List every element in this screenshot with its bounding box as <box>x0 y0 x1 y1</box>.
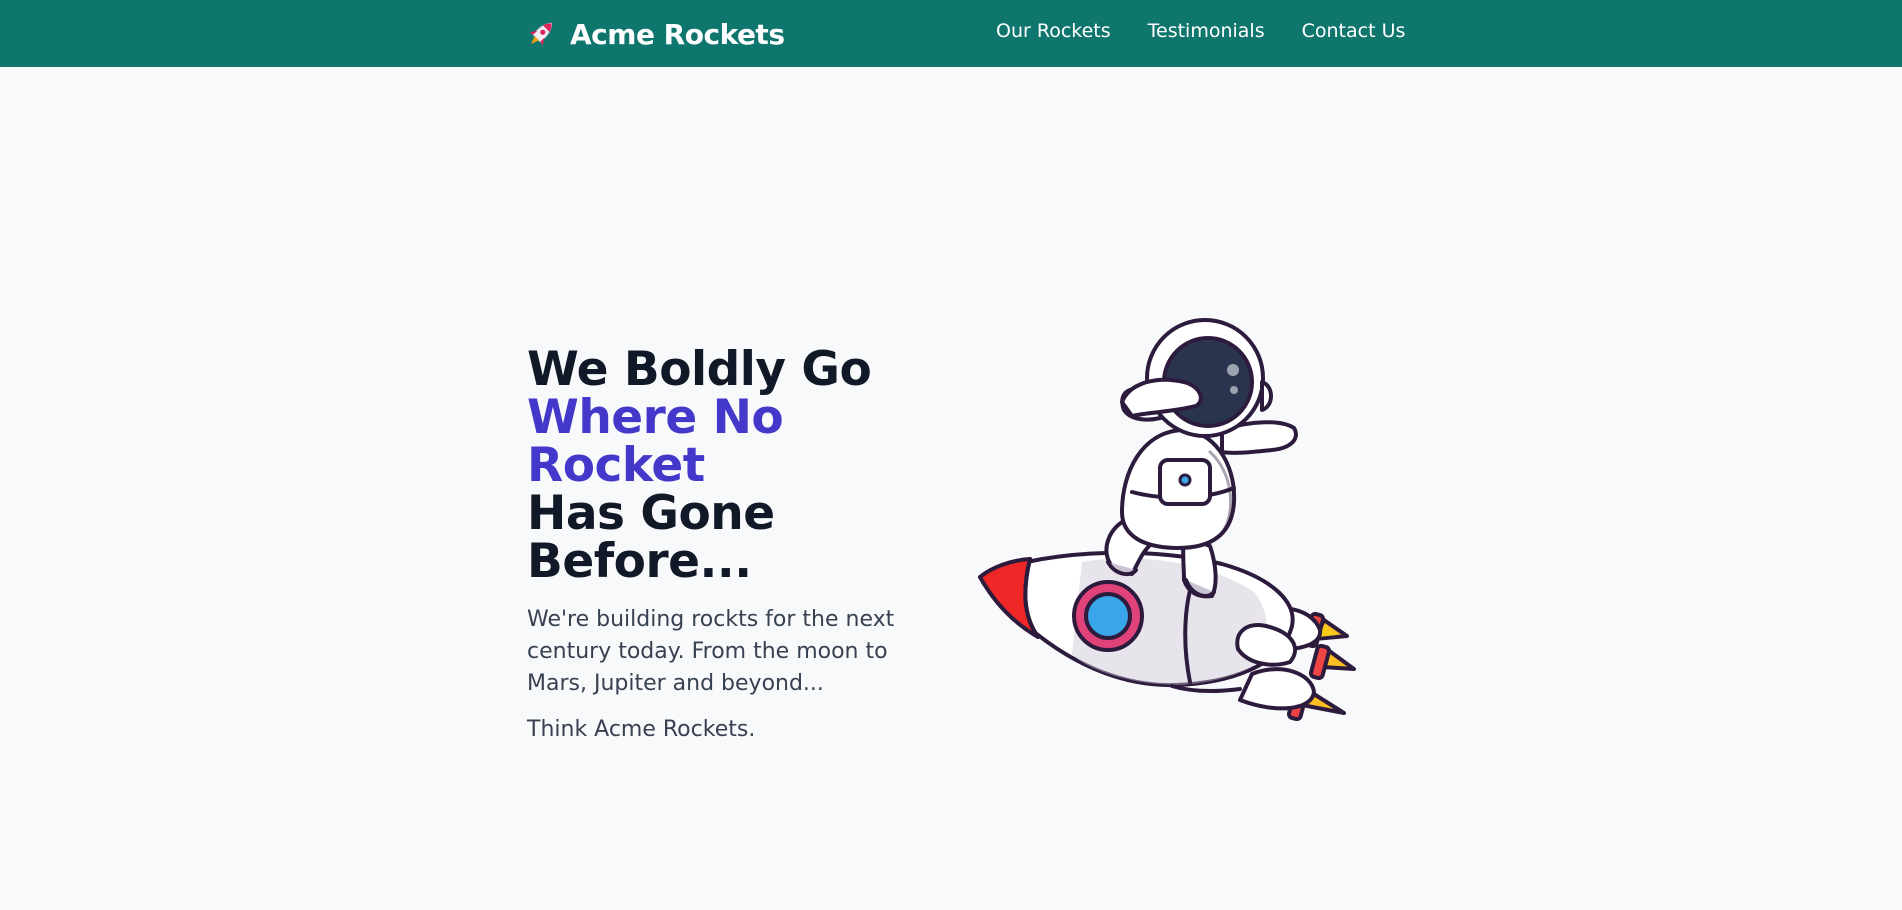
brand-link[interactable]: Acme Rockets <box>524 14 785 54</box>
hero-description: We're building rockts for the next centu… <box>527 607 895 696</box>
headline-line-2-accent: Where No Rocket <box>527 390 784 493</box>
brand-name: Acme Rockets <box>570 17 785 51</box>
astronaut-rocket-illustration <box>978 318 1356 722</box>
nav-link-testimonials[interactable]: Testimonials <box>1148 20 1265 42</box>
rocket-icon <box>529 22 553 46</box>
headline-line-4: Before... <box>527 534 752 589</box>
nav-link-our-rockets[interactable]: Our Rockets <box>996 20 1111 42</box>
hero-headline: We Boldly Go Where No Rocket Has Gone Be… <box>527 346 947 586</box>
headline-line-1: We Boldly Go <box>527 342 872 397</box>
hero-text: We Boldly Go Where No Rocket Has Gone Be… <box>527 346 947 746</box>
nav-links: Our Rockets Testimonials Contact Us <box>996 20 1405 42</box>
navbar: Acme Rockets Our Rockets Testimonials Co… <box>0 0 1902 67</box>
nav-link-contact-us[interactable]: Contact Us <box>1302 20 1406 42</box>
hero-tagline: Think Acme Rockets. <box>527 717 756 742</box>
headline-line-3: Has Gone <box>527 486 775 541</box>
